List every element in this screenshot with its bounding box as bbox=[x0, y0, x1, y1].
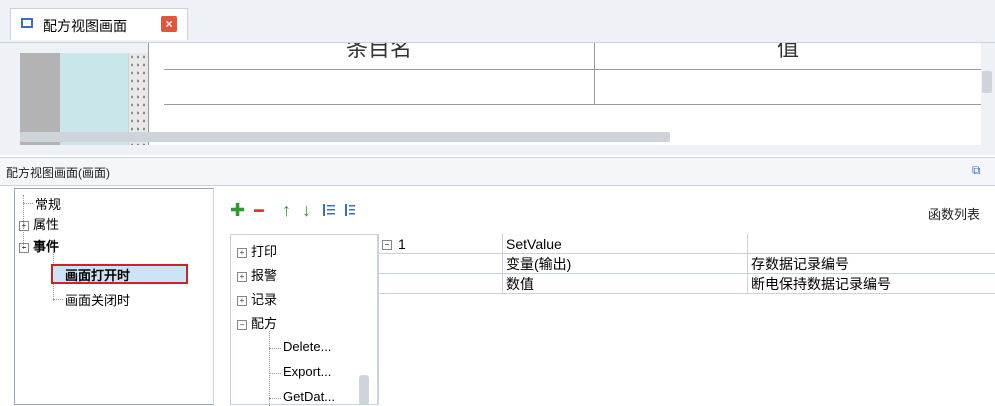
expand-icon[interactable]: + bbox=[19, 220, 29, 231]
tab-label: 配方视图画面 bbox=[43, 18, 127, 34]
expand-icon[interactable]: + bbox=[237, 295, 247, 306]
add-function-icon[interactable]: ✚ bbox=[230, 200, 245, 221]
col-header-entry-name: 条目名 bbox=[164, 43, 595, 70]
param-name-cell: 数值 bbox=[503, 274, 748, 294]
tree-item-label: 画面关闭时 bbox=[65, 293, 131, 308]
function-list-label: 函数列表 bbox=[928, 207, 981, 222]
horizontal-scrollbar[interactable] bbox=[20, 132, 670, 142]
outdent-icon[interactable] bbox=[344, 202, 358, 223]
collapse-icon[interactable]: − bbox=[382, 240, 392, 251]
param-value-cell[interactable]: 断电保持数据记录编号 bbox=[748, 274, 995, 294]
func-category-alarm[interactable]: + 报警 bbox=[237, 265, 277, 284]
func-category-print[interactable]: + 打印 bbox=[237, 241, 277, 260]
collapse-icon[interactable]: − bbox=[237, 319, 247, 330]
tree-item-screen-close[interactable]: 画面关闭时 bbox=[65, 290, 130, 309]
func-category-recipe[interactable]: − 配方 bbox=[237, 313, 277, 332]
collapse-icon[interactable]: − bbox=[19, 242, 29, 253]
tab-recipe-view-screen[interactable]: 配方视图画面 × bbox=[10, 8, 188, 40]
tab-bar: 配方视图画面 × bbox=[0, 0, 995, 43]
move-down-icon[interactable]: ↓ bbox=[302, 200, 311, 221]
func-category-log[interactable]: + 记录 bbox=[237, 289, 277, 308]
table-row bbox=[164, 69, 981, 105]
tree-item-label: 画面打开时 bbox=[65, 268, 131, 283]
func-item-getdata[interactable]: GetDat... bbox=[283, 389, 335, 404]
param-name-cell: 变量(输出) bbox=[503, 254, 748, 274]
row-index-cell bbox=[379, 274, 503, 294]
func-item-delete[interactable]: Delete... bbox=[283, 339, 331, 354]
close-icon[interactable]: × bbox=[161, 16, 177, 32]
screen-icon bbox=[21, 18, 33, 28]
function-category-tree: + 打印 + 报警 + 记录 − 配方 Delete... Export... GetD… bbox=[230, 234, 378, 406]
func-category-label: 配方 bbox=[251, 316, 278, 331]
properties-panel-header: 配方视图画面(画面) ⧉ bbox=[0, 157, 995, 186]
col-header-value: 值 bbox=[595, 43, 981, 70]
function-tree-scrollbar[interactable] bbox=[359, 375, 369, 405]
func-category-label: 打印 bbox=[251, 244, 278, 259]
property-tree: 常规 + 属性 − 事件 画面打开时 画面关闭时 bbox=[14, 188, 214, 405]
panel-title: 配方视图画面(画面) bbox=[6, 166, 110, 180]
function-grid: −1 SetValue 变量(输出) 存数据记录编号 数值 断电保持数据记录编号 bbox=[378, 234, 995, 405]
tree-item-screen-open[interactable]: 画面打开时 bbox=[51, 264, 188, 284]
tree-item-label: 常规 bbox=[35, 197, 62, 212]
designer-canvas[interactable]: 条目名 值 bbox=[0, 43, 995, 155]
function-value-cell[interactable] bbox=[748, 234, 995, 254]
function-toolbar: ✚ ━ ↑ ↓ 函数列表 bbox=[228, 200, 995, 228]
float-window-icon[interactable]: ⧉ bbox=[972, 163, 981, 178]
param-value-cell[interactable]: 存数据记录编号 bbox=[748, 254, 995, 274]
remove-function-icon[interactable]: ━ bbox=[254, 201, 264, 221]
function-name-cell[interactable]: SetValue bbox=[503, 234, 748, 254]
table-row[interactable]: −1 SetValue bbox=[379, 234, 995, 254]
recipe-preview-table: 条目名 值 bbox=[148, 43, 981, 145]
func-item-export[interactable]: Export... bbox=[283, 364, 331, 379]
table-row[interactable]: 变量(输出) 存数据记录编号 bbox=[379, 254, 995, 274]
row-index-cell: −1 bbox=[379, 234, 503, 254]
func-category-label: 报警 bbox=[251, 268, 278, 283]
tree-item-general[interactable]: 常规 bbox=[35, 194, 61, 213]
func-category-label: 记录 bbox=[251, 292, 278, 307]
expand-icon[interactable]: + bbox=[237, 271, 247, 282]
tree-item-properties[interactable]: + 属性 bbox=[19, 214, 59, 233]
move-up-icon[interactable]: ↑ bbox=[282, 200, 291, 221]
tree-item-label: 属性 bbox=[33, 217, 60, 232]
indent-icon[interactable] bbox=[322, 202, 336, 223]
tree-item-label: 事件 bbox=[33, 239, 60, 254]
row-index-cell bbox=[379, 254, 503, 274]
expand-icon[interactable]: + bbox=[237, 247, 247, 258]
vertical-scrollbar[interactable] bbox=[982, 71, 992, 93]
table-row[interactable]: 数值 断电保持数据记录编号 bbox=[379, 274, 995, 294]
